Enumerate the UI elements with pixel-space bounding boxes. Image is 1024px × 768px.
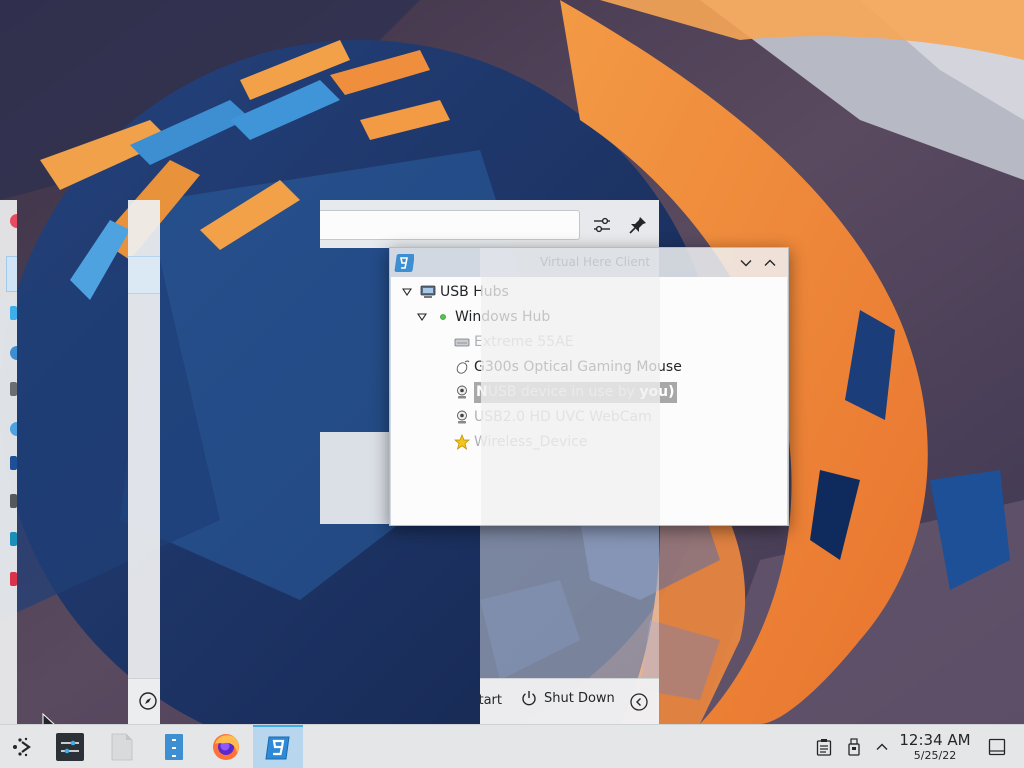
virtualhere-icon [265,736,290,760]
compass-icon[interactable] [138,691,158,711]
star-icon [453,433,471,451]
mouse-icon [453,358,471,376]
chevron-down-icon [740,260,752,267]
usb-device-icon [848,738,860,756]
launcher-search-input[interactable] [320,210,580,240]
configure-sliders-icon[interactable] [590,213,614,237]
green-dot-icon [434,308,452,326]
webcam-icon [453,383,471,401]
expand-arrow-icon[interactable] [399,284,415,300]
blue-app-icon [10,422,17,436]
tree-item-label: Wireless_Device [474,434,588,450]
virtualhere-client-window: Virtual Here Client USB Hubs Windows Hub… [389,247,789,526]
launcher-tile [320,432,390,524]
red-app-icon [10,214,17,228]
tree-item-label: USB Hubs [440,284,509,300]
clock-time: 12:34 AM [899,731,971,749]
taskbar-panel: 12:34 AM 5/25/22 [0,724,1024,768]
selected-entry-highlight [6,256,17,292]
tree-item-label: Extreme 55AE [474,334,574,350]
webcam-icon [453,408,471,426]
files-taskbar-item[interactable] [100,725,144,768]
kde-launcher-icon [13,737,31,757]
shutdown-label: Shut Down [544,690,615,706]
selected-category-highlight [128,256,160,294]
computer-icon [419,283,437,301]
pin-icon[interactable] [626,213,650,237]
virtualhere-taskbar-item[interactable] [253,725,303,768]
blue-app-icon [10,306,17,320]
system-settings-taskbar-item[interactable] [48,725,92,768]
grey-app-icon [10,382,17,396]
virtualhere-app-icon [394,254,414,272]
tree-item-usb-hubs[interactable]: USB Hubs [399,280,509,304]
red-app-icon [10,572,17,586]
tree-item-device[interactable]: Wireless_Device [453,430,587,454]
chevron-up-icon [764,259,776,266]
launcher-footer: Restart Shut Down [480,678,659,724]
clock-date: 5/25/22 [913,749,957,762]
file-manager-icon [165,734,183,760]
document-icon [111,733,133,761]
tree-item-device[interactable]: USB2.0 HD UVC WebCam [453,405,652,429]
expand-tray-icon [876,743,888,750]
expand-arrow-icon[interactable] [414,309,430,325]
show-desktop-icon [988,738,1006,756]
ghost-window-left [0,200,17,724]
blue-app-icon [10,346,17,360]
clipboard-tray-item[interactable] [813,736,835,758]
tree-item-label: USB2.0 HD UVC WebCam [474,409,652,425]
minimize-button[interactable] [736,253,756,273]
digital-clock[interactable]: 12:34 AM 5/25/22 [898,731,972,763]
clipboard-icon [816,739,832,756]
dark-blue-app-icon [10,456,17,470]
dolphin-taskbar-item[interactable] [152,725,196,768]
tree-item-label: Windows Hub [455,309,551,325]
tree-item-label: G300s Optical Gaming Mouse [474,359,682,375]
ghost-footer [128,678,160,724]
window-titlebar[interactable]: Virtual Here Client [390,248,788,277]
back-arrow-icon[interactable] [628,691,650,713]
usb-device-tree: USB Hubs Windows Hub Extreme 55AE G300s … [391,277,787,525]
maximize-button[interactable] [760,253,780,273]
usb-device-tray-item[interactable] [843,736,865,758]
window-title: Virtual Here Client [540,255,651,269]
restart-button[interactable]: Restart [480,693,502,708]
tree-item-label: NUSB device in use by you) [474,381,677,403]
firefox-icon [213,734,239,760]
power-icon [522,691,536,706]
launcher-header [320,200,659,248]
grey-app-icon [10,494,17,508]
drive-icon [453,333,471,351]
application-launcher-button[interactable] [0,725,44,768]
show-desktop-button[interactable] [986,736,1008,758]
expand-tray-button[interactable] [871,736,893,758]
settings-sliders-icon [56,733,84,761]
ghost-window-sidebar [128,200,160,724]
shutdown-button[interactable]: Shut Down [520,689,615,707]
teal-app-icon [10,532,17,546]
tree-item-device[interactable]: G300s Optical Gaming Mouse [453,355,682,379]
tree-item-device-selected[interactable]: NUSB device in use by you) [453,380,677,404]
tree-item-device[interactable]: Extreme 55AE [453,330,574,354]
tree-item-windows-hub[interactable]: Windows Hub [414,305,550,329]
firefox-taskbar-item[interactable] [204,725,248,768]
